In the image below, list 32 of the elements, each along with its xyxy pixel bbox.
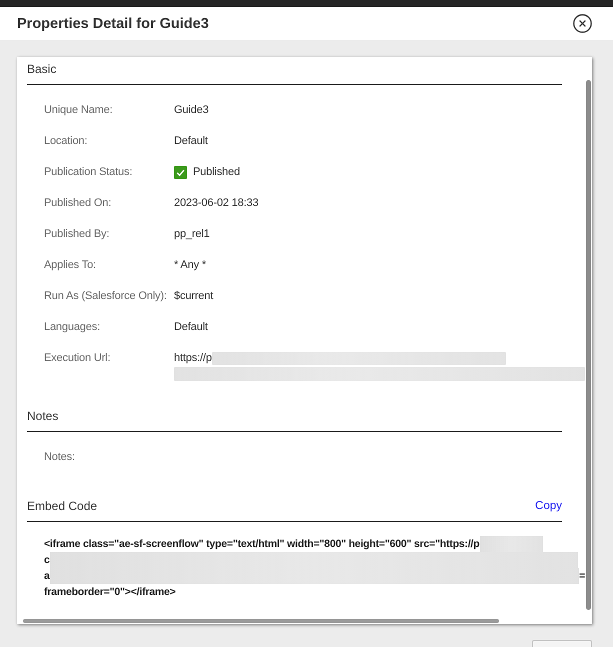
close-icon[interactable] xyxy=(573,14,592,33)
field-value: $current xyxy=(174,289,214,304)
field-label: Unique Name: xyxy=(44,103,114,118)
field-label: Publication Status: xyxy=(44,165,134,180)
field-value: pp_rel1 xyxy=(174,227,210,242)
dialog-title: Properties Detail for Guide3 xyxy=(17,16,209,32)
field-label: Run As (Salesforce Only): xyxy=(44,289,168,304)
field-value: Guide3 xyxy=(174,103,209,118)
section-heading: Basic xyxy=(27,61,56,77)
field-value: Default xyxy=(174,320,208,335)
copy-link[interactable]: Copy xyxy=(535,498,562,514)
section-heading: Notes xyxy=(27,408,58,424)
code-text: <iframe class="ae-sf-screenflow" type="text/html" width="800" height="600" src="https://p xyxy=(44,537,480,552)
field-label: Notes: xyxy=(44,450,76,465)
field-value: Default xyxy=(174,134,208,149)
code-text: frameborder="0"></iframe> xyxy=(44,585,176,600)
horizontal-scrollbar[interactable] xyxy=(23,619,499,623)
field-label: Published By: xyxy=(44,227,110,242)
field-label: Location: xyxy=(44,134,88,149)
code-text: c xyxy=(44,553,50,568)
field-label: Execution Url: xyxy=(44,351,112,366)
field-label: Applies To: xyxy=(44,258,97,273)
field-value: * Any * xyxy=(174,258,206,273)
field-label: Published On: xyxy=(44,196,112,211)
section-heading: Embed Code xyxy=(27,498,98,514)
field-label: Languages: xyxy=(44,320,101,335)
field-value: 2023-06-02 18:33 xyxy=(174,196,258,211)
code-text: = xyxy=(579,569,585,584)
url-text: https://p xyxy=(174,351,212,366)
status-text: Published xyxy=(193,165,240,180)
vertical-scrollbar[interactable] xyxy=(586,80,591,610)
code-text: a xyxy=(44,569,50,584)
